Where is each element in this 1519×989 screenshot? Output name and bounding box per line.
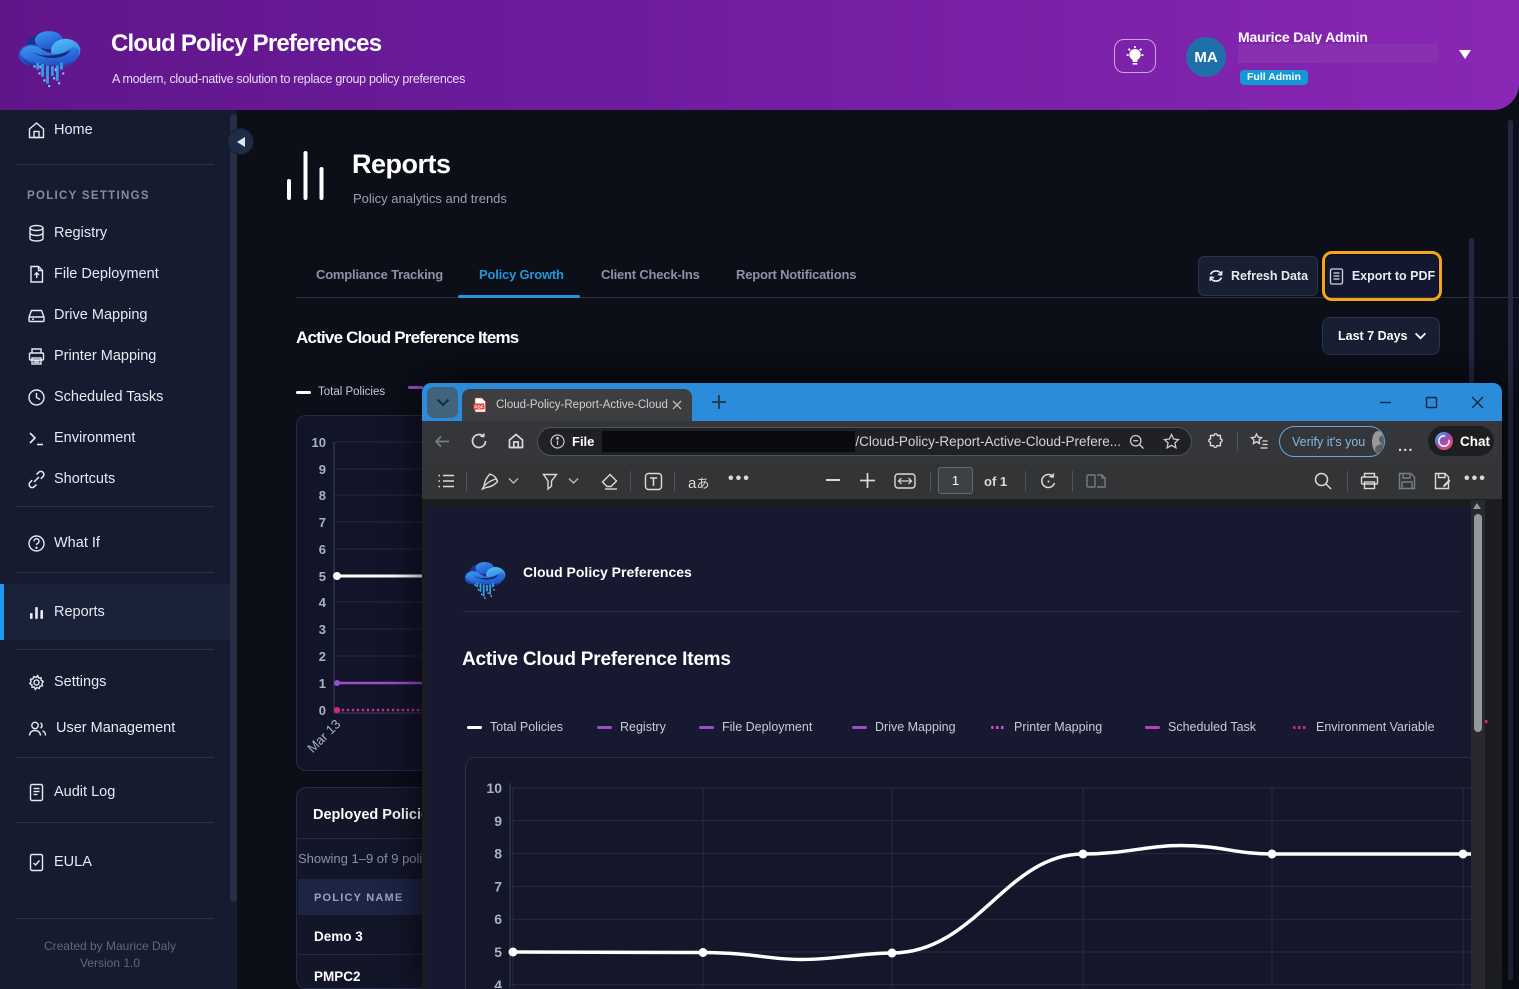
- svg-text:3: 3: [319, 622, 326, 637]
- svg-text:0: 0: [319, 703, 326, 718]
- svg-text:8: 8: [319, 488, 326, 503]
- svg-text:5: 5: [319, 569, 326, 584]
- svg-text:9: 9: [494, 813, 502, 829]
- svg-text:2: 2: [319, 649, 326, 664]
- svg-text:5: 5: [494, 944, 502, 960]
- svg-text:6: 6: [494, 911, 502, 927]
- svg-text:Mar 13: Mar 13: [304, 716, 343, 755]
- svg-text:7: 7: [319, 515, 326, 530]
- svg-text:9: 9: [319, 462, 326, 477]
- svg-text:6: 6: [319, 542, 326, 557]
- svg-text:PDF: PDF: [474, 404, 483, 409]
- svg-text:7: 7: [494, 878, 502, 894]
- svg-text:4: 4: [494, 977, 502, 988]
- svg-text:1: 1: [319, 676, 326, 691]
- svg-text:8: 8: [494, 846, 502, 862]
- svg-text:4: 4: [319, 595, 327, 610]
- svg-text:10: 10: [312, 435, 326, 450]
- svg-text:10: 10: [486, 780, 502, 796]
